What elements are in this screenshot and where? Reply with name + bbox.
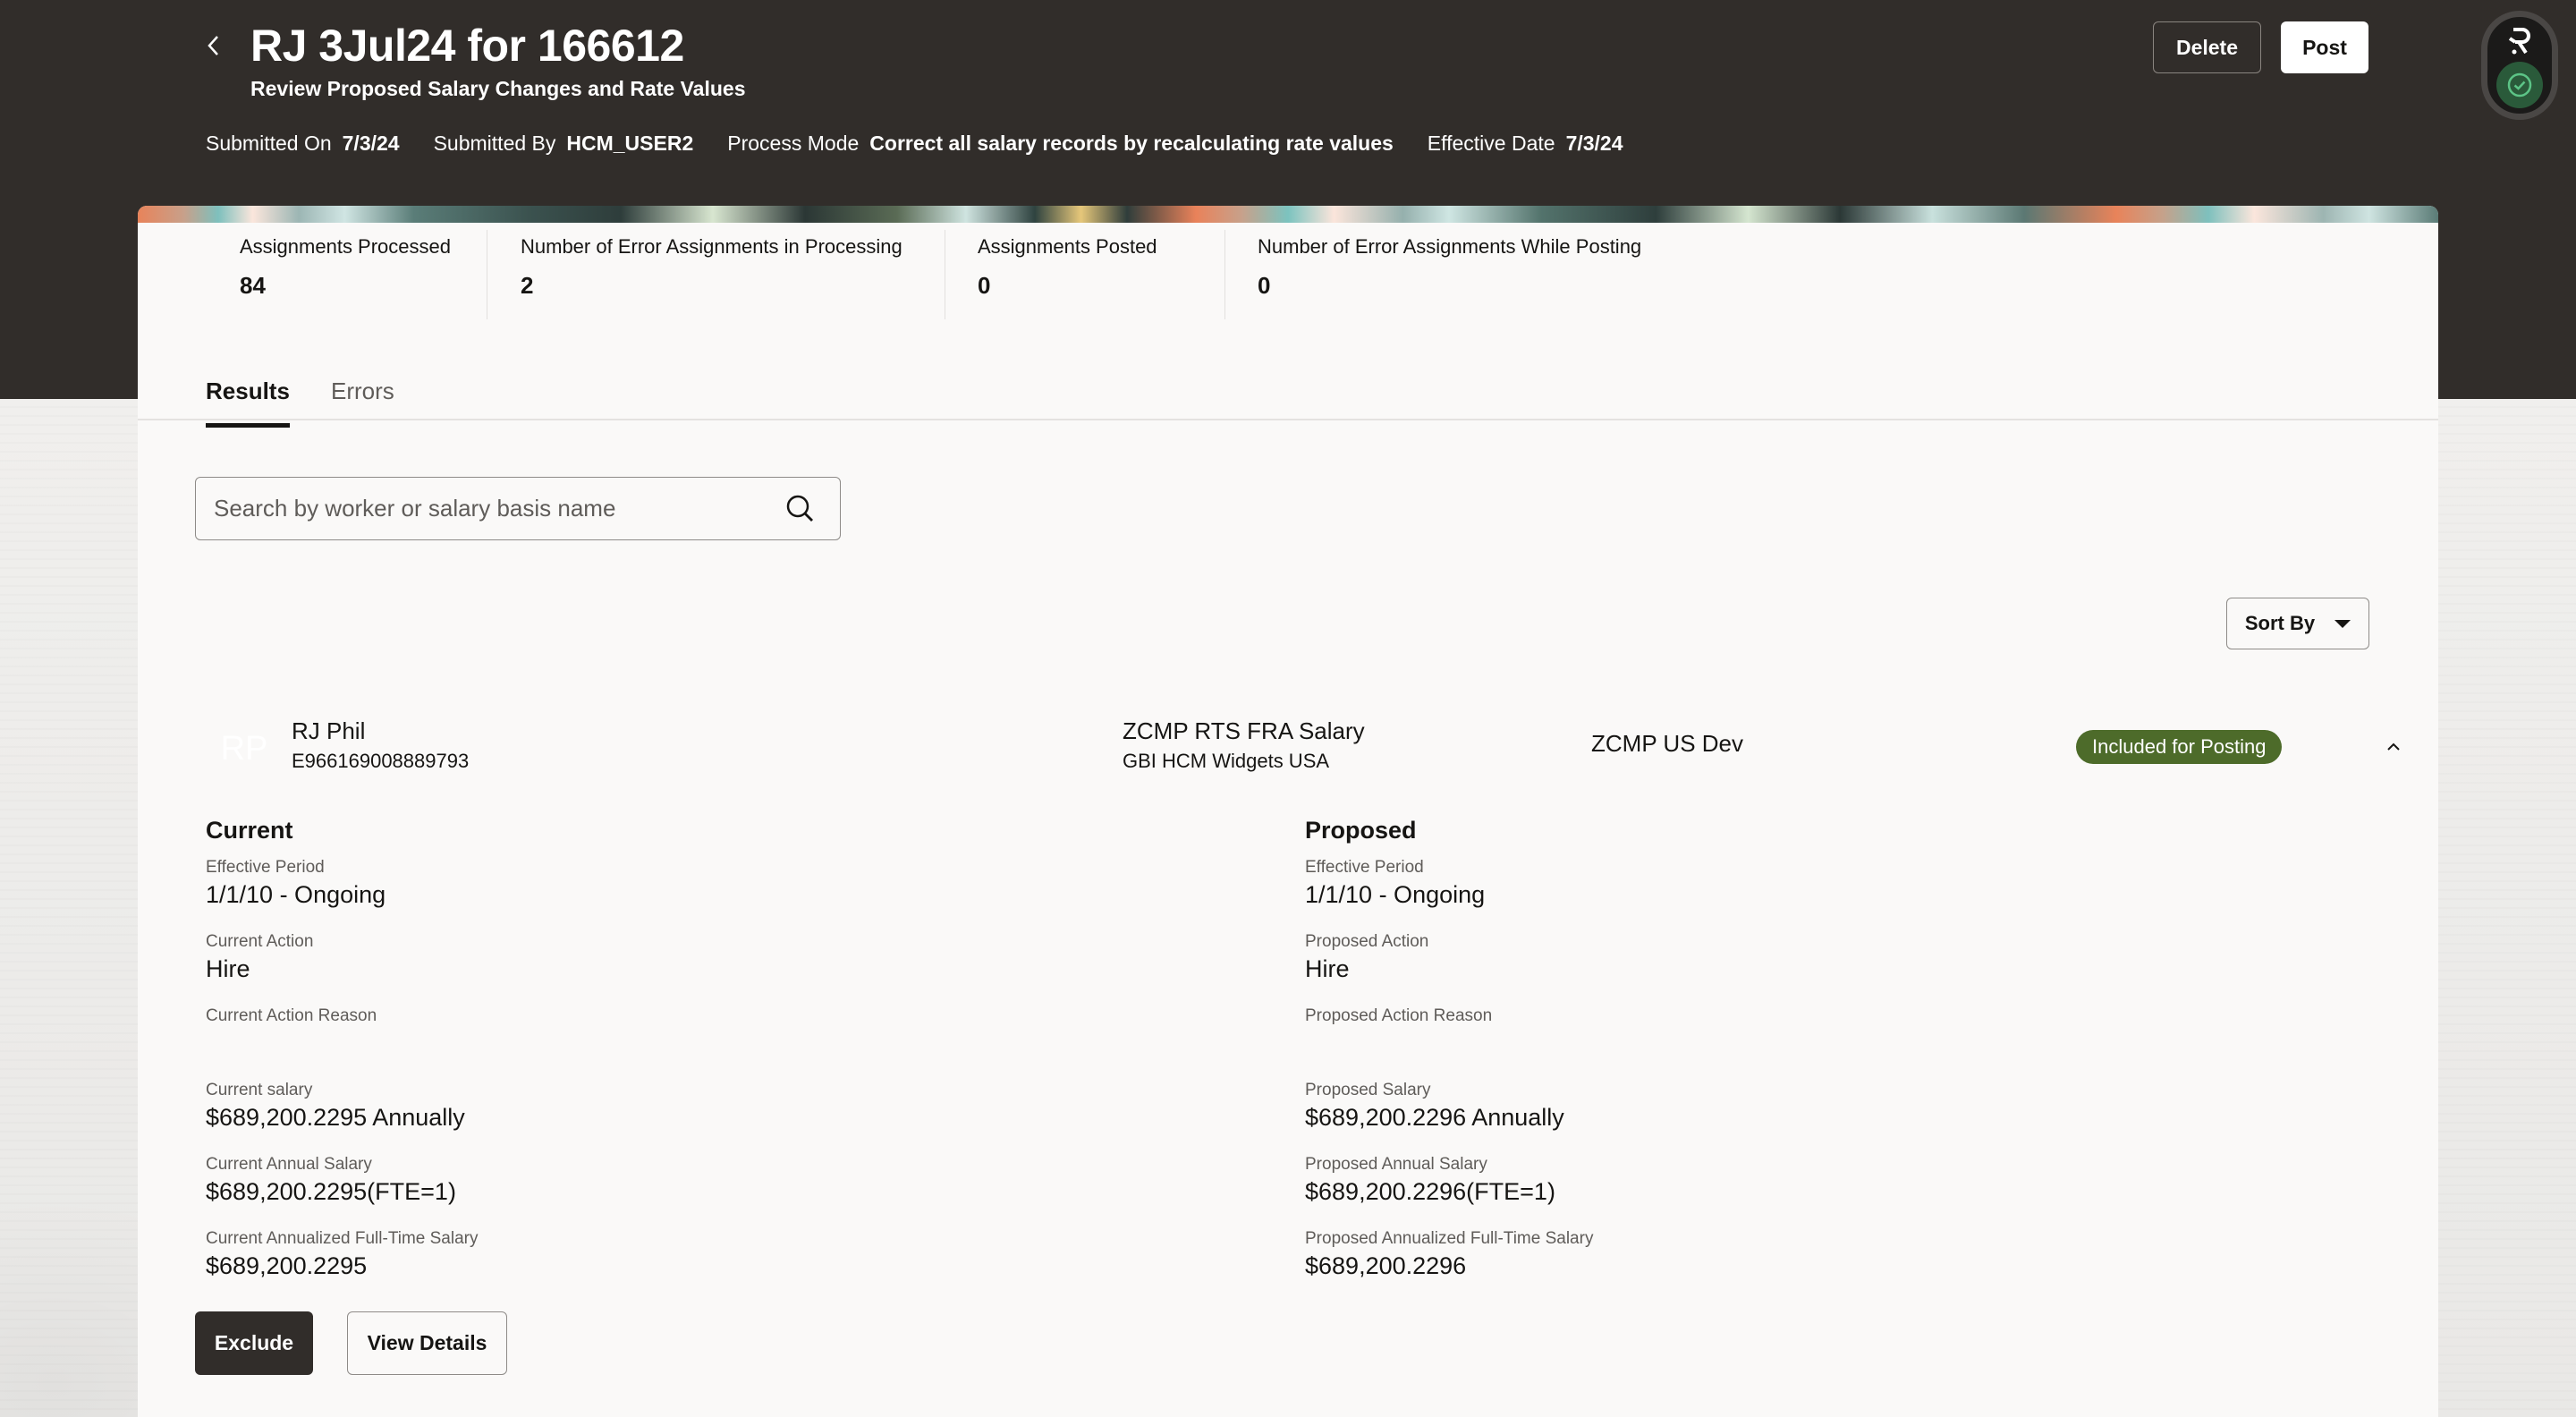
field-label: Current salary: [206, 1081, 313, 1099]
salary-basis-name: ZCMP RTS FRA Salary: [1123, 717, 1365, 744]
stat-label: Assignments Posted: [978, 235, 1157, 258]
tab-results[interactable]: Results: [206, 378, 290, 428]
meta-submitted-by: Submitted By HCM_USER2: [434, 132, 694, 156]
worker-id: E966169008889793: [292, 750, 470, 772]
assistant-status[interactable]: [2496, 62, 2543, 108]
decorative-banner: [138, 206, 2438, 223]
current-details: Current Effective Period 1/1/10 - Ongoin…: [206, 817, 478, 1302]
search-icon[interactable]: [783, 491, 818, 527]
chevron-up-icon: [2387, 742, 2400, 751]
meta-label: Process Mode: [727, 132, 860, 155]
current-action: Current Action Hire: [206, 930, 478, 1005]
field-label: Proposed Annual Salary: [1305, 1155, 1487, 1174]
assistant-widget[interactable]: [2481, 11, 2558, 120]
stat-label: Assignments Processed: [240, 235, 451, 258]
meta-value: HCM_USER2: [566, 132, 694, 155]
meta-label: Effective Date: [1427, 132, 1555, 155]
sort-by-button[interactable]: Sort By: [2226, 598, 2369, 649]
sort-by-label: Sort By: [2244, 612, 2316, 634]
meta-effective-date: Effective Date 7/3/24: [1428, 132, 1623, 156]
field-value: $689,200.2295(FTE=1): [206, 1178, 456, 1205]
field-label: Proposed Action: [1305, 932, 1429, 951]
current-heading: Current: [206, 817, 293, 844]
meta-value: 7/3/24: [1565, 132, 1623, 155]
proposed-annual-salary: Proposed Annual Salary $689,200.2296(FTE…: [1305, 1153, 1593, 1227]
field-label: Proposed Salary: [1305, 1081, 1431, 1099]
meta-process-mode: Process Mode Correct all salary records …: [727, 132, 1394, 156]
meta-value: Correct all salary records by recalculat…: [869, 132, 1394, 155]
status-badge: Included for Posting: [2076, 730, 2283, 764]
collapse-button[interactable]: [2378, 732, 2409, 762]
stat-value: 84: [240, 272, 266, 299]
proposed-action-reason: Proposed Action Reason: [1305, 1005, 1593, 1079]
current-annual-salary: Current Annual Salary $689,200.2295(FTE=…: [206, 1153, 478, 1227]
field-value: $689,200.2295: [206, 1252, 368, 1279]
stat-value: 0: [1258, 272, 1271, 299]
process-metadata: Submitted On 7/3/24 Submitted By HCM_USE…: [206, 132, 1623, 156]
field-value: $689,200.2296 Annually: [1305, 1104, 1564, 1131]
field-label: Proposed Action Reason: [1305, 1006, 1493, 1025]
stat-value: 2: [521, 272, 534, 299]
meta-value: 7/3/24: [342, 132, 400, 155]
field-value: $689,200.2295 Annually: [206, 1104, 465, 1131]
field-label: Current Action Reason: [206, 1006, 377, 1025]
avatar: RP: [220, 729, 268, 768]
field-value: $689,200.2296: [1305, 1252, 1467, 1279]
meta-label: Submitted By: [433, 132, 556, 155]
page-subtitle: Review Proposed Salary Changes and Rate …: [250, 77, 746, 100]
current-salary: Current salary $689,200.2295 Annually: [206, 1079, 478, 1153]
assistant-logo-icon: [2508, 28, 2530, 55]
caret-down-icon: [2334, 619, 2351, 628]
meta-submitted-on: Submitted On 7/3/24: [206, 132, 400, 156]
exclude-button[interactable]: Exclude: [195, 1311, 313, 1375]
field-label: Effective Period: [206, 858, 325, 877]
current-effective-period: Effective Period 1/1/10 - Ongoing: [206, 856, 478, 930]
chevron-left-icon: [208, 36, 218, 55]
current-annualized-fulltime-salary: Current Annualized Full-Time Salary $689…: [206, 1227, 478, 1302]
results-card: Assignments Processed 84 Number of Error…: [138, 206, 2438, 1417]
field-value: Hire: [206, 955, 250, 982]
field-label: Current Action: [206, 932, 314, 951]
field-label: Current Annualized Full-Time Salary: [206, 1229, 479, 1248]
field-value: Hire: [1305, 955, 1350, 982]
tab-errors[interactable]: Errors: [331, 378, 394, 423]
stat-label: Number of Error Assignments While Postin…: [1258, 235, 1642, 258]
worker-name: RJ Phil: [292, 717, 366, 744]
search-field: [195, 477, 841, 540]
divider: [1224, 230, 1225, 319]
proposed-annualized-fulltime-salary: Proposed Annualized Full-Time Salary $68…: [1305, 1227, 1593, 1302]
view-details-button[interactable]: View Details: [347, 1311, 507, 1375]
check-circle-icon: [2507, 72, 2532, 98]
meta-label: Submitted On: [206, 132, 332, 155]
result-row[interactable]: RP RJ Phil E966169008889793 ZCMP RTS FRA…: [138, 716, 2438, 796]
summary-stats: Assignments Processed 84 Number of Error…: [138, 223, 2438, 321]
tab-bar: Results Errors: [138, 367, 2438, 428]
legal-employer: GBI HCM Widgets USA: [1123, 750, 1330, 772]
field-label: Current Annual Salary: [206, 1155, 372, 1174]
post-button[interactable]: Post: [2281, 21, 2368, 73]
field-value: $689,200.2296(FTE=1): [1305, 1178, 1555, 1205]
page-title: RJ 3Jul24 for 166612: [250, 21, 684, 71]
proposed-action: Proposed Action Hire: [1305, 930, 1593, 1005]
proposed-salary: Proposed Salary $689,200.2296 Annually: [1305, 1079, 1593, 1153]
stat-value: 0: [978, 272, 991, 299]
proposed-effective-period: Effective Period 1/1/10 - Ongoing: [1305, 856, 1593, 930]
back-button[interactable]: [199, 30, 229, 61]
proposed-heading: Proposed: [1305, 817, 1417, 844]
field-label: Effective Period: [1305, 858, 1424, 877]
plan-name: ZCMP US Dev: [1591, 730, 1743, 757]
proposed-details: Proposed Effective Period 1/1/10 - Ongoi…: [1305, 817, 1593, 1302]
current-action-reason: Current Action Reason: [206, 1005, 478, 1079]
field-value: 1/1/10 - Ongoing: [1305, 881, 1486, 908]
stat-label: Number of Error Assignments in Processin…: [521, 235, 902, 258]
delete-button[interactable]: Delete: [2153, 21, 2261, 73]
search-input[interactable]: [196, 495, 783, 522]
field-label: Proposed Annualized Full-Time Salary: [1305, 1229, 1594, 1248]
field-value: 1/1/10 - Ongoing: [206, 881, 386, 908]
